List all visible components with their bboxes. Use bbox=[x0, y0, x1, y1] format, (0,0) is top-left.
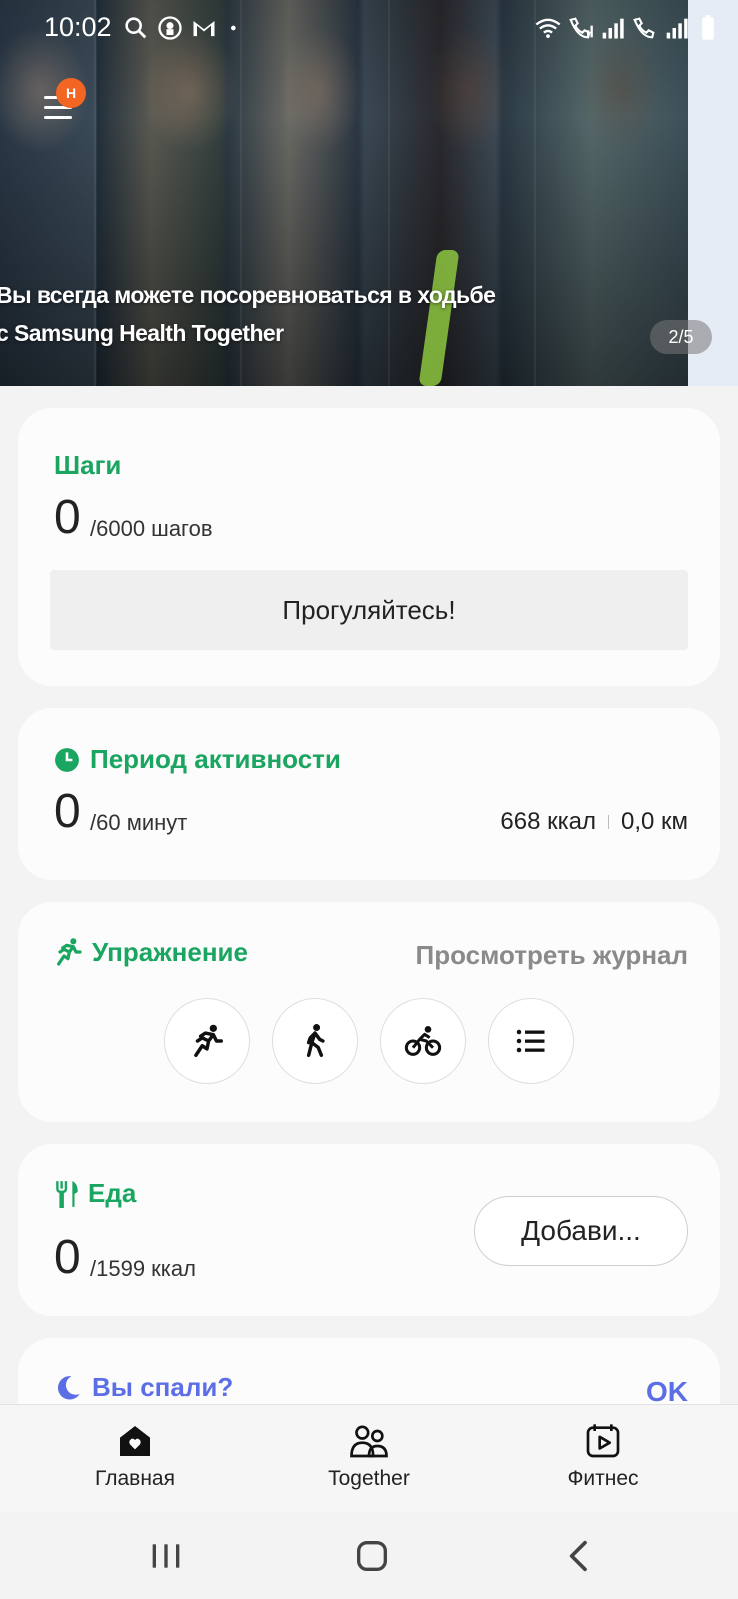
nav-together-label: Together bbox=[328, 1467, 410, 1490]
food-card[interactable]: Еда 0 /1599 ккал Добави... bbox=[18, 1144, 720, 1316]
take-a-walk-button[interactable]: Прогуляйтесь! bbox=[50, 570, 688, 650]
exercise-running-button[interactable] bbox=[164, 998, 250, 1084]
activity-title: Период активности bbox=[90, 744, 341, 774]
running-icon bbox=[194, 1024, 223, 1057]
activity-card[interactable]: Период активности 0 /60 минут 668 ккал 0… bbox=[18, 708, 720, 880]
add-food-button[interactable]: Добави... bbox=[474, 1196, 688, 1266]
stats-divider bbox=[607, 815, 609, 829]
exercise-card[interactable]: Упражнение Просмотреть журнал bbox=[18, 902, 720, 1122]
exercise-cycling-button[interactable] bbox=[380, 998, 466, 1084]
notification-badge: H bbox=[56, 78, 86, 108]
nav-fitness[interactable]: Фитнес bbox=[523, 1421, 683, 1491]
fitness-video-icon bbox=[586, 1424, 620, 1458]
food-title-row: Еда bbox=[54, 1178, 136, 1209]
call-signal-2-icon bbox=[633, 17, 655, 39]
exercise-list-button[interactable] bbox=[488, 998, 574, 1084]
home-icon[interactable] bbox=[352, 1536, 392, 1576]
hero-page-counter: 2/5 bbox=[650, 320, 712, 354]
home-heart-icon bbox=[120, 1426, 150, 1456]
food-goal: /1599 ккал bbox=[90, 1256, 196, 1281]
exercise-shortcuts bbox=[164, 998, 574, 1084]
hero-caption: Вы всегда можете посоревноваться в ходьб… bbox=[0, 276, 556, 352]
hero-caption-line1: Вы всегда можете посоревноваться в ходьб… bbox=[0, 282, 496, 308]
walking-icon bbox=[306, 1024, 325, 1057]
system-navigation-bar bbox=[0, 1512, 738, 1599]
call-signal-icon bbox=[569, 17, 593, 39]
exercise-title-row: Упражнение bbox=[52, 936, 248, 968]
signal-bars-icon bbox=[602, 18, 624, 39]
running-icon bbox=[57, 938, 82, 966]
sleep-title: Вы спали? bbox=[92, 1372, 234, 1402]
search-icon bbox=[125, 17, 147, 39]
steps-title: Шаги bbox=[54, 450, 122, 480]
steps-goal: /6000 шагов bbox=[90, 516, 213, 541]
bottom-navigation: Главная Together Фитнес bbox=[0, 1404, 738, 1512]
activity-distance: 0,0 км bbox=[620, 808, 688, 835]
gmail-icon bbox=[193, 21, 215, 37]
recent-apps-icon[interactable] bbox=[146, 1536, 186, 1576]
food-value: 0 bbox=[54, 1231, 81, 1284]
moon-icon bbox=[57, 1375, 80, 1400]
activity-value: 0 bbox=[54, 785, 81, 838]
battery-icon bbox=[702, 15, 714, 40]
dot-icon bbox=[231, 25, 236, 31]
nav-fitness-label: Фитнес bbox=[567, 1467, 639, 1490]
hero-caption-line2: с Samsung Health Together bbox=[0, 320, 284, 346]
activity-calories: 668 ккал bbox=[500, 808, 596, 835]
activity-title-row: Период активности bbox=[54, 744, 341, 775]
nav-home[interactable]: Главная bbox=[55, 1421, 215, 1491]
activity-goal: /60 минут bbox=[90, 810, 188, 835]
signal-bars-2-icon bbox=[666, 18, 688, 39]
activity-stats: 668 ккал 0,0 км bbox=[500, 808, 688, 836]
cycling-icon bbox=[404, 1026, 442, 1056]
clock-icon bbox=[55, 747, 79, 772]
view-log-link[interactable]: Просмотреть журнал bbox=[416, 940, 688, 971]
status-bar: 10:02 bbox=[0, 0, 738, 58]
steps-card[interactable]: Шаги 0 /6000 шагов Прогуляйтесь! bbox=[18, 408, 720, 686]
wifi-icon bbox=[535, 18, 561, 39]
exercise-title: Упражнение bbox=[92, 936, 248, 967]
fork-knife-icon bbox=[56, 1180, 78, 1208]
exercise-walking-button[interactable] bbox=[272, 998, 358, 1084]
back-icon[interactable] bbox=[560, 1536, 600, 1576]
nav-together[interactable]: Together bbox=[289, 1421, 449, 1491]
sleep-title-row: Вы спали? bbox=[54, 1372, 233, 1403]
lock-person-icon bbox=[158, 16, 182, 40]
status-time: 10:02 bbox=[44, 12, 112, 42]
list-icon bbox=[516, 1029, 545, 1053]
food-title: Еда bbox=[88, 1178, 137, 1208]
people-icon bbox=[350, 1425, 388, 1458]
nav-home-label: Главная bbox=[95, 1467, 175, 1490]
steps-value: 0 bbox=[54, 491, 81, 544]
